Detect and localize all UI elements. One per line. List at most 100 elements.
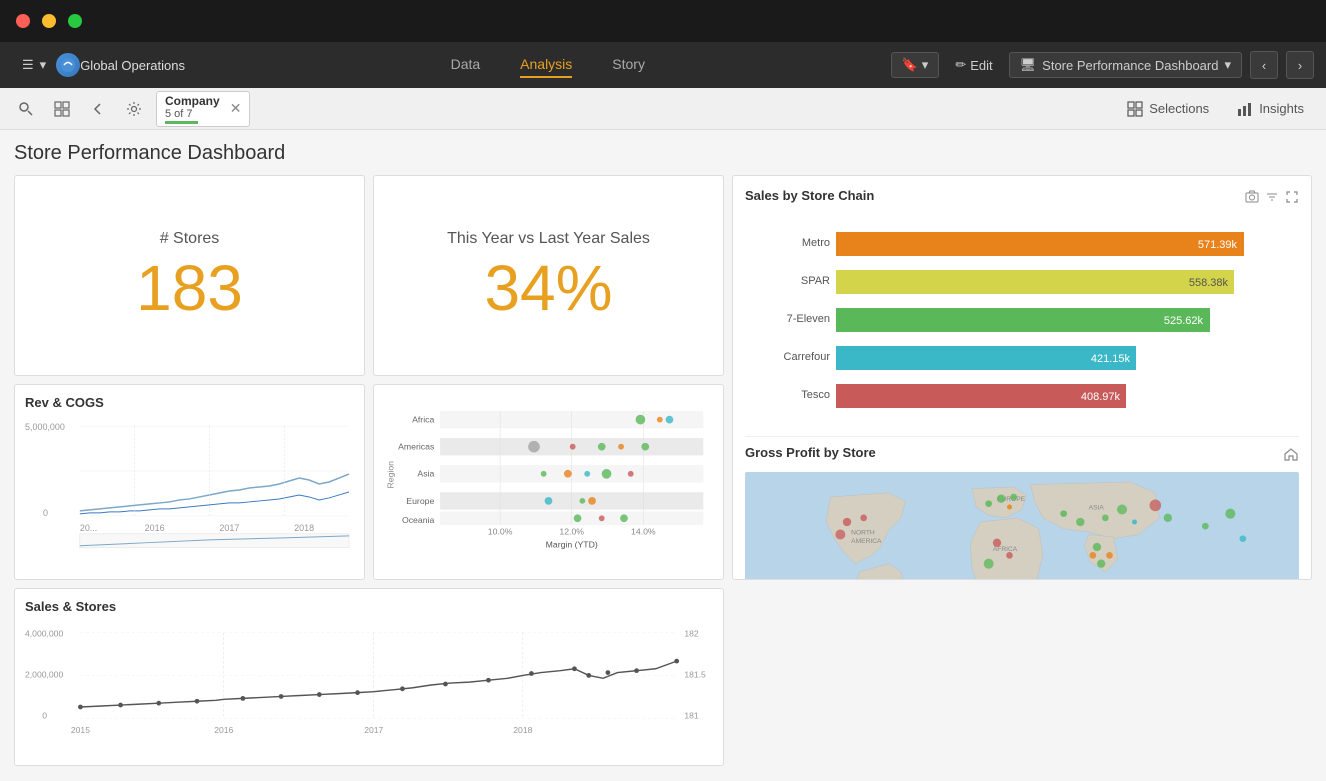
- monitor-icon: 🖥: [1020, 57, 1037, 73]
- sales-stores-title: Sales & Stores: [25, 599, 713, 614]
- home-icon-button[interactable]: [1283, 446, 1299, 465]
- margin-scatter-chart: Africa Americas Asia Europe Oceania Regi…: [384, 395, 713, 540]
- svg-text:AMERICA: AMERICA: [851, 538, 882, 545]
- svg-text:2017: 2017: [219, 522, 239, 532]
- margin-scatter-card: Africa Americas Asia Europe Oceania Regi…: [373, 384, 724, 581]
- svg-text:NORTH: NORTH: [851, 530, 875, 537]
- smart-search-button[interactable]: [12, 95, 40, 123]
- world-map-svg: North Atlantic Ocean South Atlantic Ocea…: [745, 472, 1299, 580]
- traffic-light-yellow[interactable]: [42, 14, 56, 28]
- kpi-stores-label: # Stores: [160, 230, 220, 248]
- toolbar-right: Selections Insights: [1117, 97, 1314, 121]
- hamburger-icon: ☰: [22, 57, 34, 73]
- svg-text:7-Eleven: 7-Eleven: [787, 313, 830, 325]
- bookmark-button[interactable]: 🔖 ▾: [891, 52, 940, 78]
- svg-text:Asia: Asia: [417, 468, 434, 478]
- kpi-sales-value: 34%: [484, 256, 612, 320]
- sales-stores-chart: 4,000,000 2,000,000 0 182 181.5 181: [25, 620, 713, 750]
- svg-text:20...: 20...: [80, 522, 97, 532]
- svg-text:181.5: 181.5: [684, 669, 706, 679]
- svg-text:AFRICA: AFRICA: [993, 546, 1018, 553]
- kpi-sales-label: This Year vs Last Year Sales: [447, 230, 650, 248]
- kpi-stores-card: # Stores 183: [14, 175, 365, 376]
- svg-text:408.97k: 408.97k: [1081, 391, 1121, 403]
- svg-text:Americas: Americas: [398, 441, 435, 451]
- bar-chart: Metro 571.39k SPAR 558.38k 7-Eleven 525.…: [745, 215, 1299, 428]
- svg-text:182: 182: [684, 628, 699, 638]
- svg-text:2018: 2018: [294, 522, 314, 532]
- nav-prev-button[interactable]: ‹: [1250, 51, 1278, 79]
- sales-chain-title: Sales by Store Chain: [745, 188, 874, 203]
- svg-text:5,000,000: 5,000,000: [25, 422, 65, 432]
- svg-text:Metro: Metro: [802, 237, 830, 249]
- toolbar: Company 5 of 7 ✕ Selections Insights: [0, 88, 1326, 130]
- tab-analysis[interactable]: Analysis: [520, 52, 572, 78]
- kpi-stores-value: 183: [136, 256, 243, 320]
- camera-icon-button[interactable]: [1245, 190, 1259, 207]
- chip-close-icon[interactable]: ✕: [230, 100, 242, 117]
- menu-button[interactable]: ☰ ▾: [12, 57, 56, 73]
- traffic-light-red[interactable]: [16, 14, 30, 28]
- insights-button[interactable]: Insights: [1227, 97, 1314, 121]
- gross-profit-header: Gross Profit by Store: [745, 436, 1299, 466]
- svg-text:Tesco: Tesco: [801, 389, 830, 401]
- filter-icon-button[interactable]: [1265, 190, 1279, 207]
- dropdown-arrow: ▾: [40, 57, 47, 73]
- nav-next-button[interactable]: ›: [1286, 51, 1314, 79]
- dashboard-dropdown-icon: ▾: [1224, 57, 1231, 73]
- card-header: Sales by Store Chain: [745, 188, 1299, 209]
- chip-title: Company: [165, 94, 220, 108]
- svg-text:0: 0: [43, 507, 48, 517]
- kpi-sales-card: This Year vs Last Year Sales 34%: [373, 175, 724, 376]
- back-button[interactable]: [84, 95, 112, 123]
- selections-toggle-button[interactable]: [48, 95, 76, 123]
- dashboard-grid: # Stores 183 This Year vs Last Year Sale…: [14, 175, 1312, 766]
- sales-by-chain-card: Sales by Store Chain Metro: [732, 175, 1312, 580]
- svg-text:SPAR: SPAR: [801, 275, 830, 287]
- tab-data[interactable]: Data: [451, 52, 481, 78]
- svg-text:2015: 2015: [71, 725, 90, 735]
- dashboard-name-display: 🖥 Store Performance Dashboard ▾: [1009, 52, 1242, 78]
- app-icon: [56, 53, 80, 77]
- expand-icon-button[interactable]: [1285, 190, 1299, 207]
- svg-text:525.62k: 525.62k: [1164, 315, 1204, 327]
- page-title: Store Performance Dashboard: [14, 142, 1312, 165]
- company-selection-chip[interactable]: Company 5 of 7 ✕: [156, 91, 250, 127]
- svg-text:2018: 2018: [513, 725, 532, 735]
- title-bar: [0, 0, 1326, 42]
- page-content: Store Performance Dashboard # Stores 183…: [0, 130, 1326, 781]
- selections-button[interactable]: Selections: [1117, 97, 1219, 121]
- settings-button[interactable]: [120, 95, 148, 123]
- app-name: Global Operations: [80, 58, 185, 73]
- chip-progress-bar: [165, 121, 198, 124]
- traffic-light-green[interactable]: [68, 14, 82, 28]
- nav-tabs: Data Analysis Story: [205, 52, 891, 78]
- bookmark-dropdown: ▾: [922, 57, 929, 73]
- nav-right: 🔖 ▾ ✏ Edit 🖥 Store Performance Dashboard…: [891, 51, 1314, 79]
- svg-text:2016: 2016: [145, 522, 165, 532]
- svg-text:ASIA: ASIA: [1089, 505, 1105, 512]
- svg-text:Africa: Africa: [412, 414, 434, 424]
- nav-bar: ☰ ▾ Global Operations Data Analysis Stor…: [0, 42, 1326, 88]
- svg-text:14.0%: 14.0%: [631, 526, 656, 536]
- edit-button[interactable]: ✏ Edit: [947, 53, 1000, 77]
- svg-text:2,000,000: 2,000,000: [25, 669, 63, 679]
- svg-text:Margin (YTD): Margin (YTD): [546, 539, 598, 549]
- card-actions: [1245, 190, 1299, 207]
- svg-text:421.15k: 421.15k: [1091, 353, 1131, 365]
- sales-chain-svg: Metro 571.39k SPAR 558.38k 7-Eleven 525.…: [753, 219, 1291, 419]
- svg-text:Europe: Europe: [406, 495, 434, 505]
- svg-text:2016: 2016: [214, 725, 233, 735]
- rev-cogs-card: Rev & COGS 5,000,000 0 20... 2016 2017 2…: [14, 384, 365, 581]
- bookmark-icon: 🔖: [902, 57, 918, 73]
- svg-text:4,000,000: 4,000,000: [25, 628, 63, 638]
- tab-story[interactable]: Story: [612, 52, 645, 78]
- sales-stores-card: Sales & Stores 4,000,000 2,000,000 0 182…: [14, 588, 724, 766]
- svg-text:181: 181: [684, 710, 699, 720]
- pencil-icon: ✏: [955, 57, 966, 73]
- rev-cogs-chart: 5,000,000 0 20... 2016 2017 2018: [25, 416, 354, 546]
- world-map-container: North Atlantic Ocean South Atlantic Ocea…: [745, 472, 1299, 580]
- chip-value: 5 of 7: [165, 108, 220, 120]
- svg-text:12.0%: 12.0%: [559, 526, 584, 536]
- svg-text:10.0%: 10.0%: [488, 526, 513, 536]
